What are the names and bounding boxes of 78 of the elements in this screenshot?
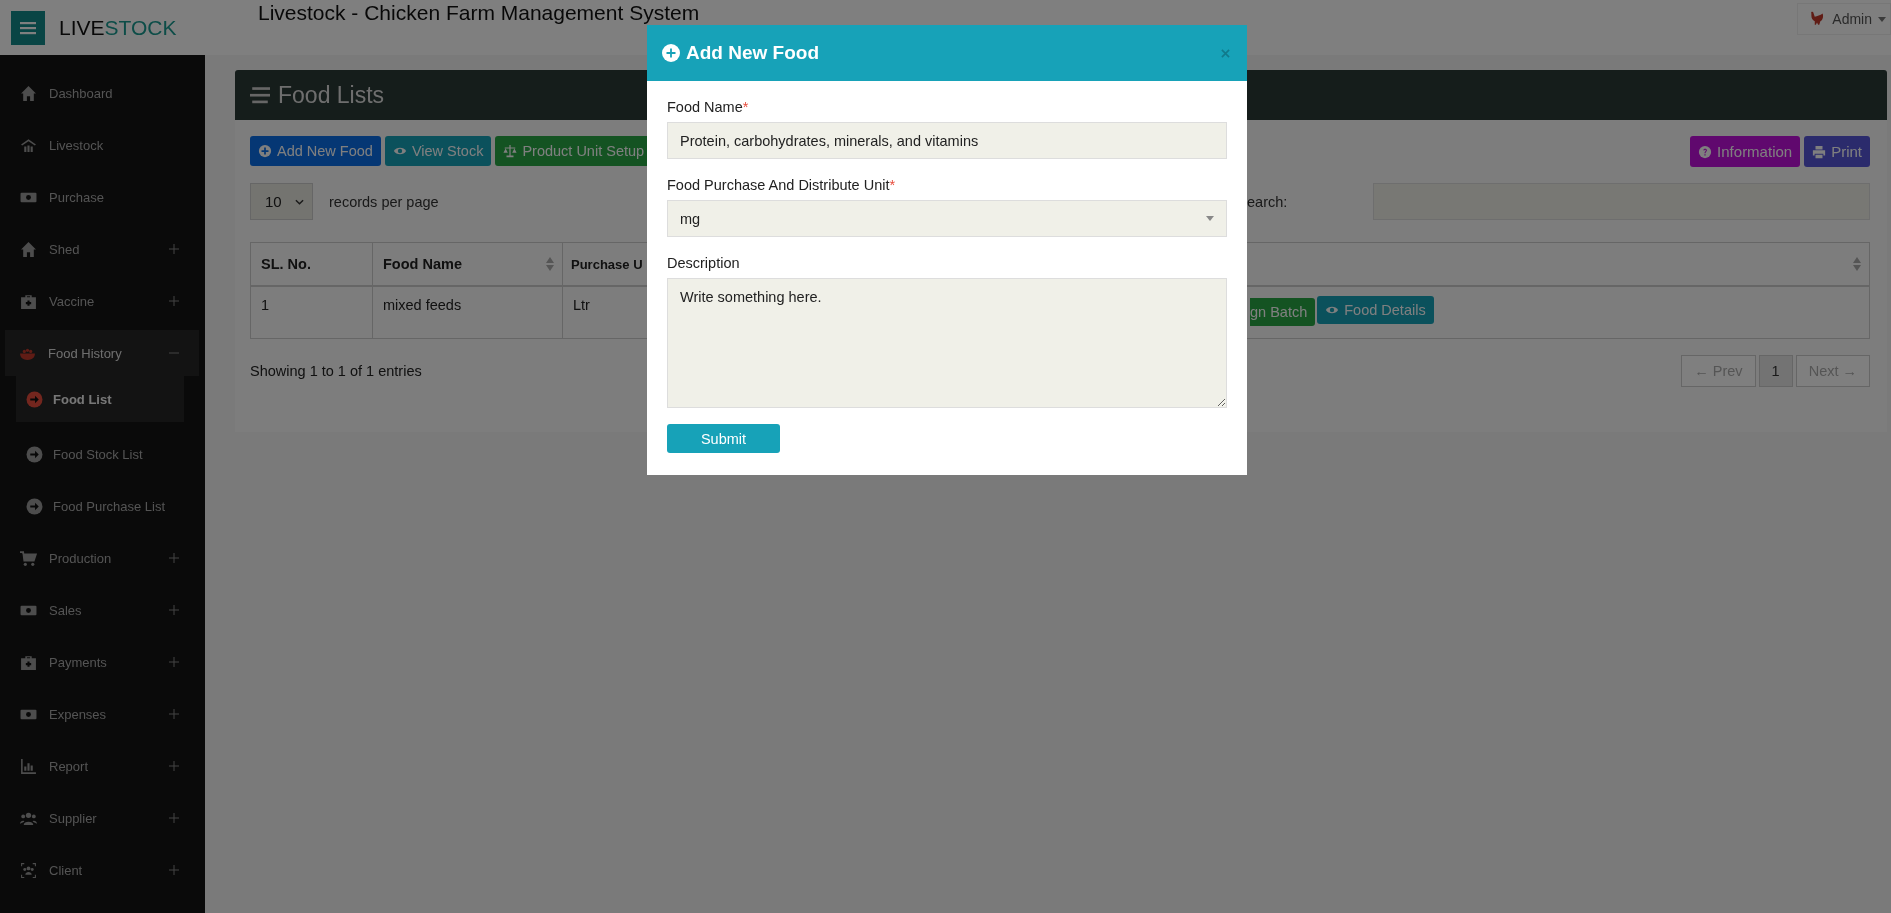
toolbar-button[interactable]: Information <box>1690 136 1801 167</box>
table-cell: 1 <box>250 286 373 338</box>
group-icon <box>20 861 37 879</box>
table-cell: mixed feeds <box>372 286 563 338</box>
sidebar-item[interactable]: Production <box>6 532 199 584</box>
scale-icon <box>503 144 518 158</box>
sidebar-item[interactable]: Payments <box>6 636 199 688</box>
plus-icon <box>169 709 179 719</box>
barn-icon <box>20 136 37 154</box>
sidebar-subitem[interactable]: Food List <box>16 376 184 422</box>
text-field[interactable]: Protein, carbohydrates, minerals, and vitamins <box>667 122 1227 159</box>
sidebar-item[interactable]: Supplier <box>6 792 199 844</box>
plus-icon <box>169 296 179 306</box>
close-icon <box>1221 48 1230 58</box>
sidebar-item[interactable]: Sales <box>6 584 199 636</box>
column-header[interactable]: SL. No. <box>250 242 373 286</box>
bar-chart-icon <box>20 757 37 775</box>
entries-summary: Showing 1 to 1 of 1 entries <box>250 362 422 379</box>
close-button[interactable] <box>1219 46 1232 60</box>
medkit-icon <box>20 653 37 671</box>
select-field[interactable]: mg <box>667 200 1227 237</box>
medkit-icon <box>20 292 37 310</box>
plus-circle-icon <box>662 44 680 62</box>
toolbar-button[interactable]: View Stock <box>384 136 492 166</box>
plus-icon <box>169 553 179 563</box>
arrow-circle-icon <box>26 497 43 515</box>
page-size-select[interactable]: 10 <box>250 183 313 220</box>
field-label: Description <box>667 255 741 271</box>
sidebar-subitem[interactable]: Food Stock List <box>16 428 184 480</box>
sidebar-item[interactable]: Livestock <box>6 119 199 171</box>
pagination-button[interactable]: 1 <box>1758 354 1793 387</box>
arrow-circle-icon <box>26 445 43 463</box>
sidebar-item[interactable]: Expenses <box>6 688 199 740</box>
app-title: Livestock - Chicken Farm Management System <box>258 2 700 23</box>
plus-circle-icon <box>258 144 272 158</box>
column-header[interactable]: Food Name <box>372 242 563 286</box>
field-label: Food Name* <box>667 99 750 115</box>
sidebar-item[interactable]: Vaccine <box>6 275 199 327</box>
caret-icon <box>1206 216 1214 221</box>
plus-icon <box>169 813 179 823</box>
sidebar-item[interactable]: Client <box>6 844 199 896</box>
cart-icon <box>20 549 37 567</box>
page-size-label: records per page <box>329 193 439 210</box>
description-field[interactable]: Write something here. <box>667 278 1227 408</box>
plus-icon <box>169 244 179 254</box>
sidebar-subitem[interactable]: Food Purchase List <box>16 480 184 532</box>
list-icon <box>250 86 270 104</box>
house-icon <box>20 84 37 102</box>
sidebar-item[interactable]: Dashboard <box>6 67 199 119</box>
modal-title: Add New Food <box>686 42 820 64</box>
caret-icon <box>1878 16 1886 22</box>
panel-title: Food Lists <box>278 81 385 109</box>
plus-icon <box>169 865 179 875</box>
sidebar-item[interactable]: Food History <box>5 330 199 376</box>
brand-logo: LIVESTOCK <box>59 15 177 40</box>
menu-icon <box>20 20 36 35</box>
house-icon <box>20 240 37 258</box>
user-menu[interactable]: Admin <box>1797 3 1891 35</box>
arrow-circle-icon <box>26 390 43 408</box>
question-icon <box>1698 144 1713 159</box>
search-label: earch: <box>1247 193 1289 210</box>
menu-button[interactable] <box>11 10 45 45</box>
plus-icon <box>169 761 179 771</box>
row-action-button[interactable]: Food Details <box>1317 296 1434 324</box>
sidebar-item[interactable]: Shed <box>6 223 199 275</box>
sort-icon <box>546 257 554 271</box>
row-action-button[interactable]: gn Batch <box>1250 298 1316 326</box>
toolbar-button[interactable]: Add New Food <box>250 136 381 166</box>
plus-icon <box>169 657 179 667</box>
sort-icon <box>1853 257 1861 271</box>
field-label: Food Purchase And Distribute Unit* <box>667 177 897 193</box>
printer-icon <box>1812 144 1827 159</box>
plus-icon <box>169 605 179 615</box>
submit-button[interactable]: Submit <box>667 424 780 453</box>
sidebar-item[interactable]: Report <box>6 740 199 792</box>
sidebar-item[interactable]: Purchase <box>6 171 199 223</box>
chevron-icon <box>295 198 304 205</box>
toolbar-button[interactable]: Print <box>1804 136 1870 167</box>
